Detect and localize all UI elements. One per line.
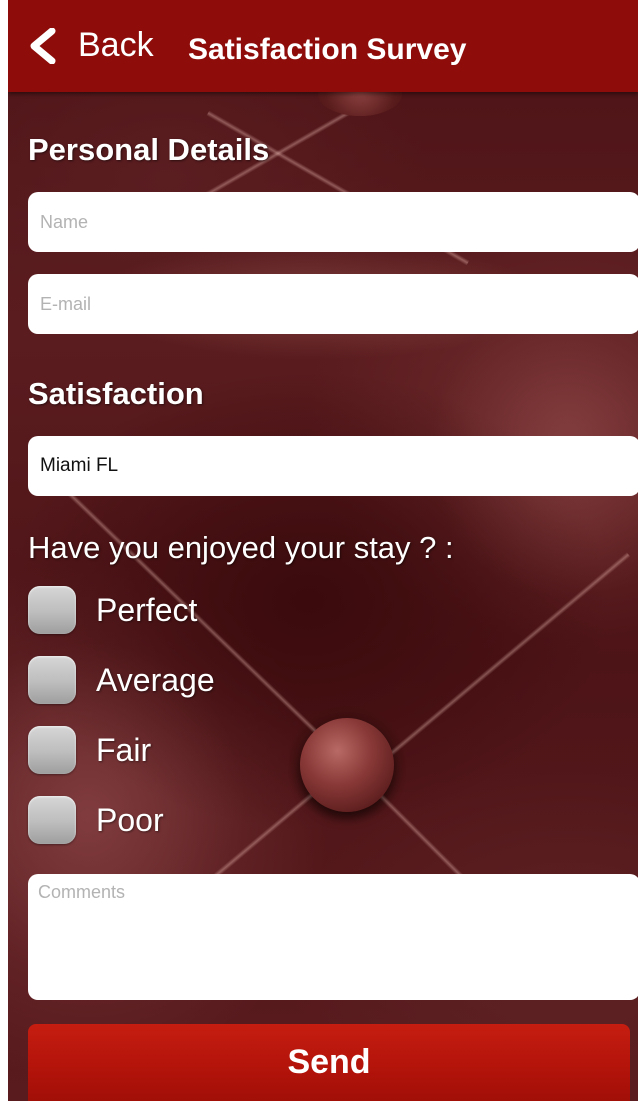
location-select[interactable]: Miami FL xyxy=(28,436,638,496)
option-perfect[interactable]: Perfect xyxy=(28,584,197,636)
option-average[interactable]: Average xyxy=(28,654,215,706)
back-button[interactable]: Back xyxy=(78,24,154,66)
option-label: Poor xyxy=(96,801,164,838)
checkbox[interactable] xyxy=(28,586,76,634)
email-field[interactable]: E-mail xyxy=(28,274,638,334)
option-label: Perfect xyxy=(96,591,198,628)
option-label: Average xyxy=(96,661,215,698)
stay-question: Have you enjoyed your stay ? : xyxy=(28,530,454,565)
satisfaction-heading: Satisfaction xyxy=(28,376,204,411)
chevron-left-icon[interactable] xyxy=(26,28,60,64)
comments-textarea[interactable]: Comments xyxy=(28,874,638,1000)
checkbox[interactable] xyxy=(28,796,76,844)
send-button[interactable]: Send xyxy=(28,1024,630,1101)
leather-crease xyxy=(366,552,631,776)
personal-details-heading: Personal Details xyxy=(28,132,270,167)
page-title: Satisfaction Survey xyxy=(188,33,467,66)
leather-button xyxy=(300,718,394,812)
checkbox[interactable] xyxy=(28,726,76,774)
checkbox[interactable] xyxy=(28,656,76,704)
option-poor[interactable]: Poor xyxy=(28,794,164,846)
option-label: Fair xyxy=(96,731,152,768)
option-fair[interactable]: Fair xyxy=(28,724,151,776)
name-field[interactable]: Name xyxy=(28,192,638,252)
nav-bar: Back Satisfaction Survey xyxy=(8,0,638,92)
survey-screen: Back Satisfaction Survey Personal Detail… xyxy=(8,0,638,1101)
